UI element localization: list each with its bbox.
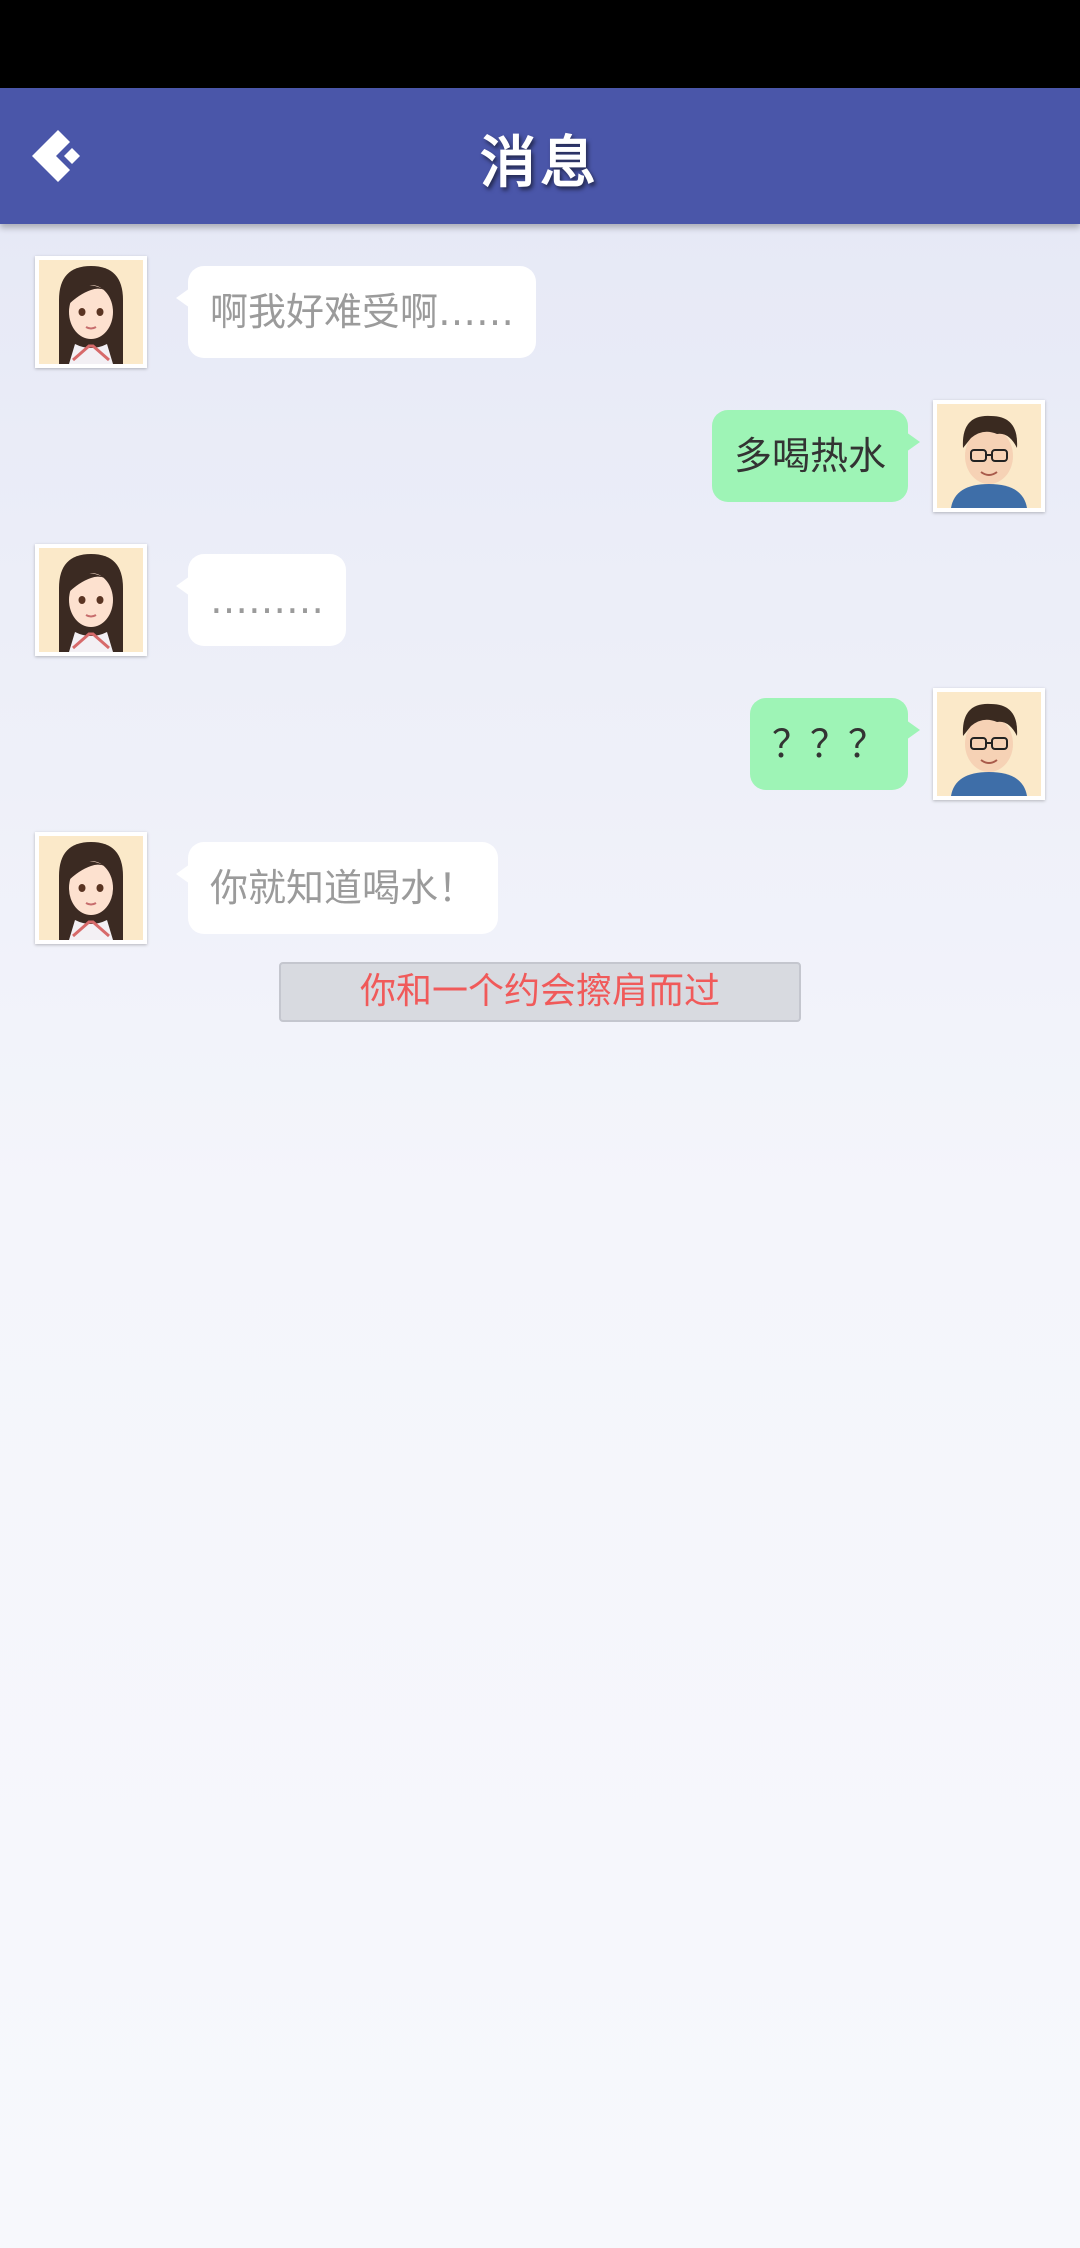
girl-avatar[interactable] [35, 256, 147, 368]
message-bubble: 啊我好难受啊…… [175, 266, 537, 358]
message-row: 你就知道喝水！ [0, 832, 1080, 952]
message-bubble: 你就知道喝水！ [175, 842, 499, 934]
message-row: 多喝热水 [0, 400, 1080, 520]
system-notice: 你和一个约会擦肩而过 [279, 962, 801, 1022]
message-row: ……… [0, 544, 1080, 664]
girl-avatar[interactable] [35, 832, 147, 944]
boy-avatar[interactable] [933, 688, 1045, 800]
message-row: 啊我好难受啊…… [0, 256, 1080, 376]
header-bar: 消息 [0, 88, 1080, 224]
status-bar [0, 0, 1080, 88]
girl-avatar[interactable] [35, 544, 147, 656]
message-bubble: 多喝热水 [711, 410, 921, 502]
boy-avatar[interactable] [933, 400, 1045, 512]
page-title: 消息 [480, 131, 600, 196]
message-bubble: ？？？ [749, 698, 921, 790]
message-bubble: ……… [176, 554, 346, 646]
message-row: ？？？ [0, 688, 1080, 808]
